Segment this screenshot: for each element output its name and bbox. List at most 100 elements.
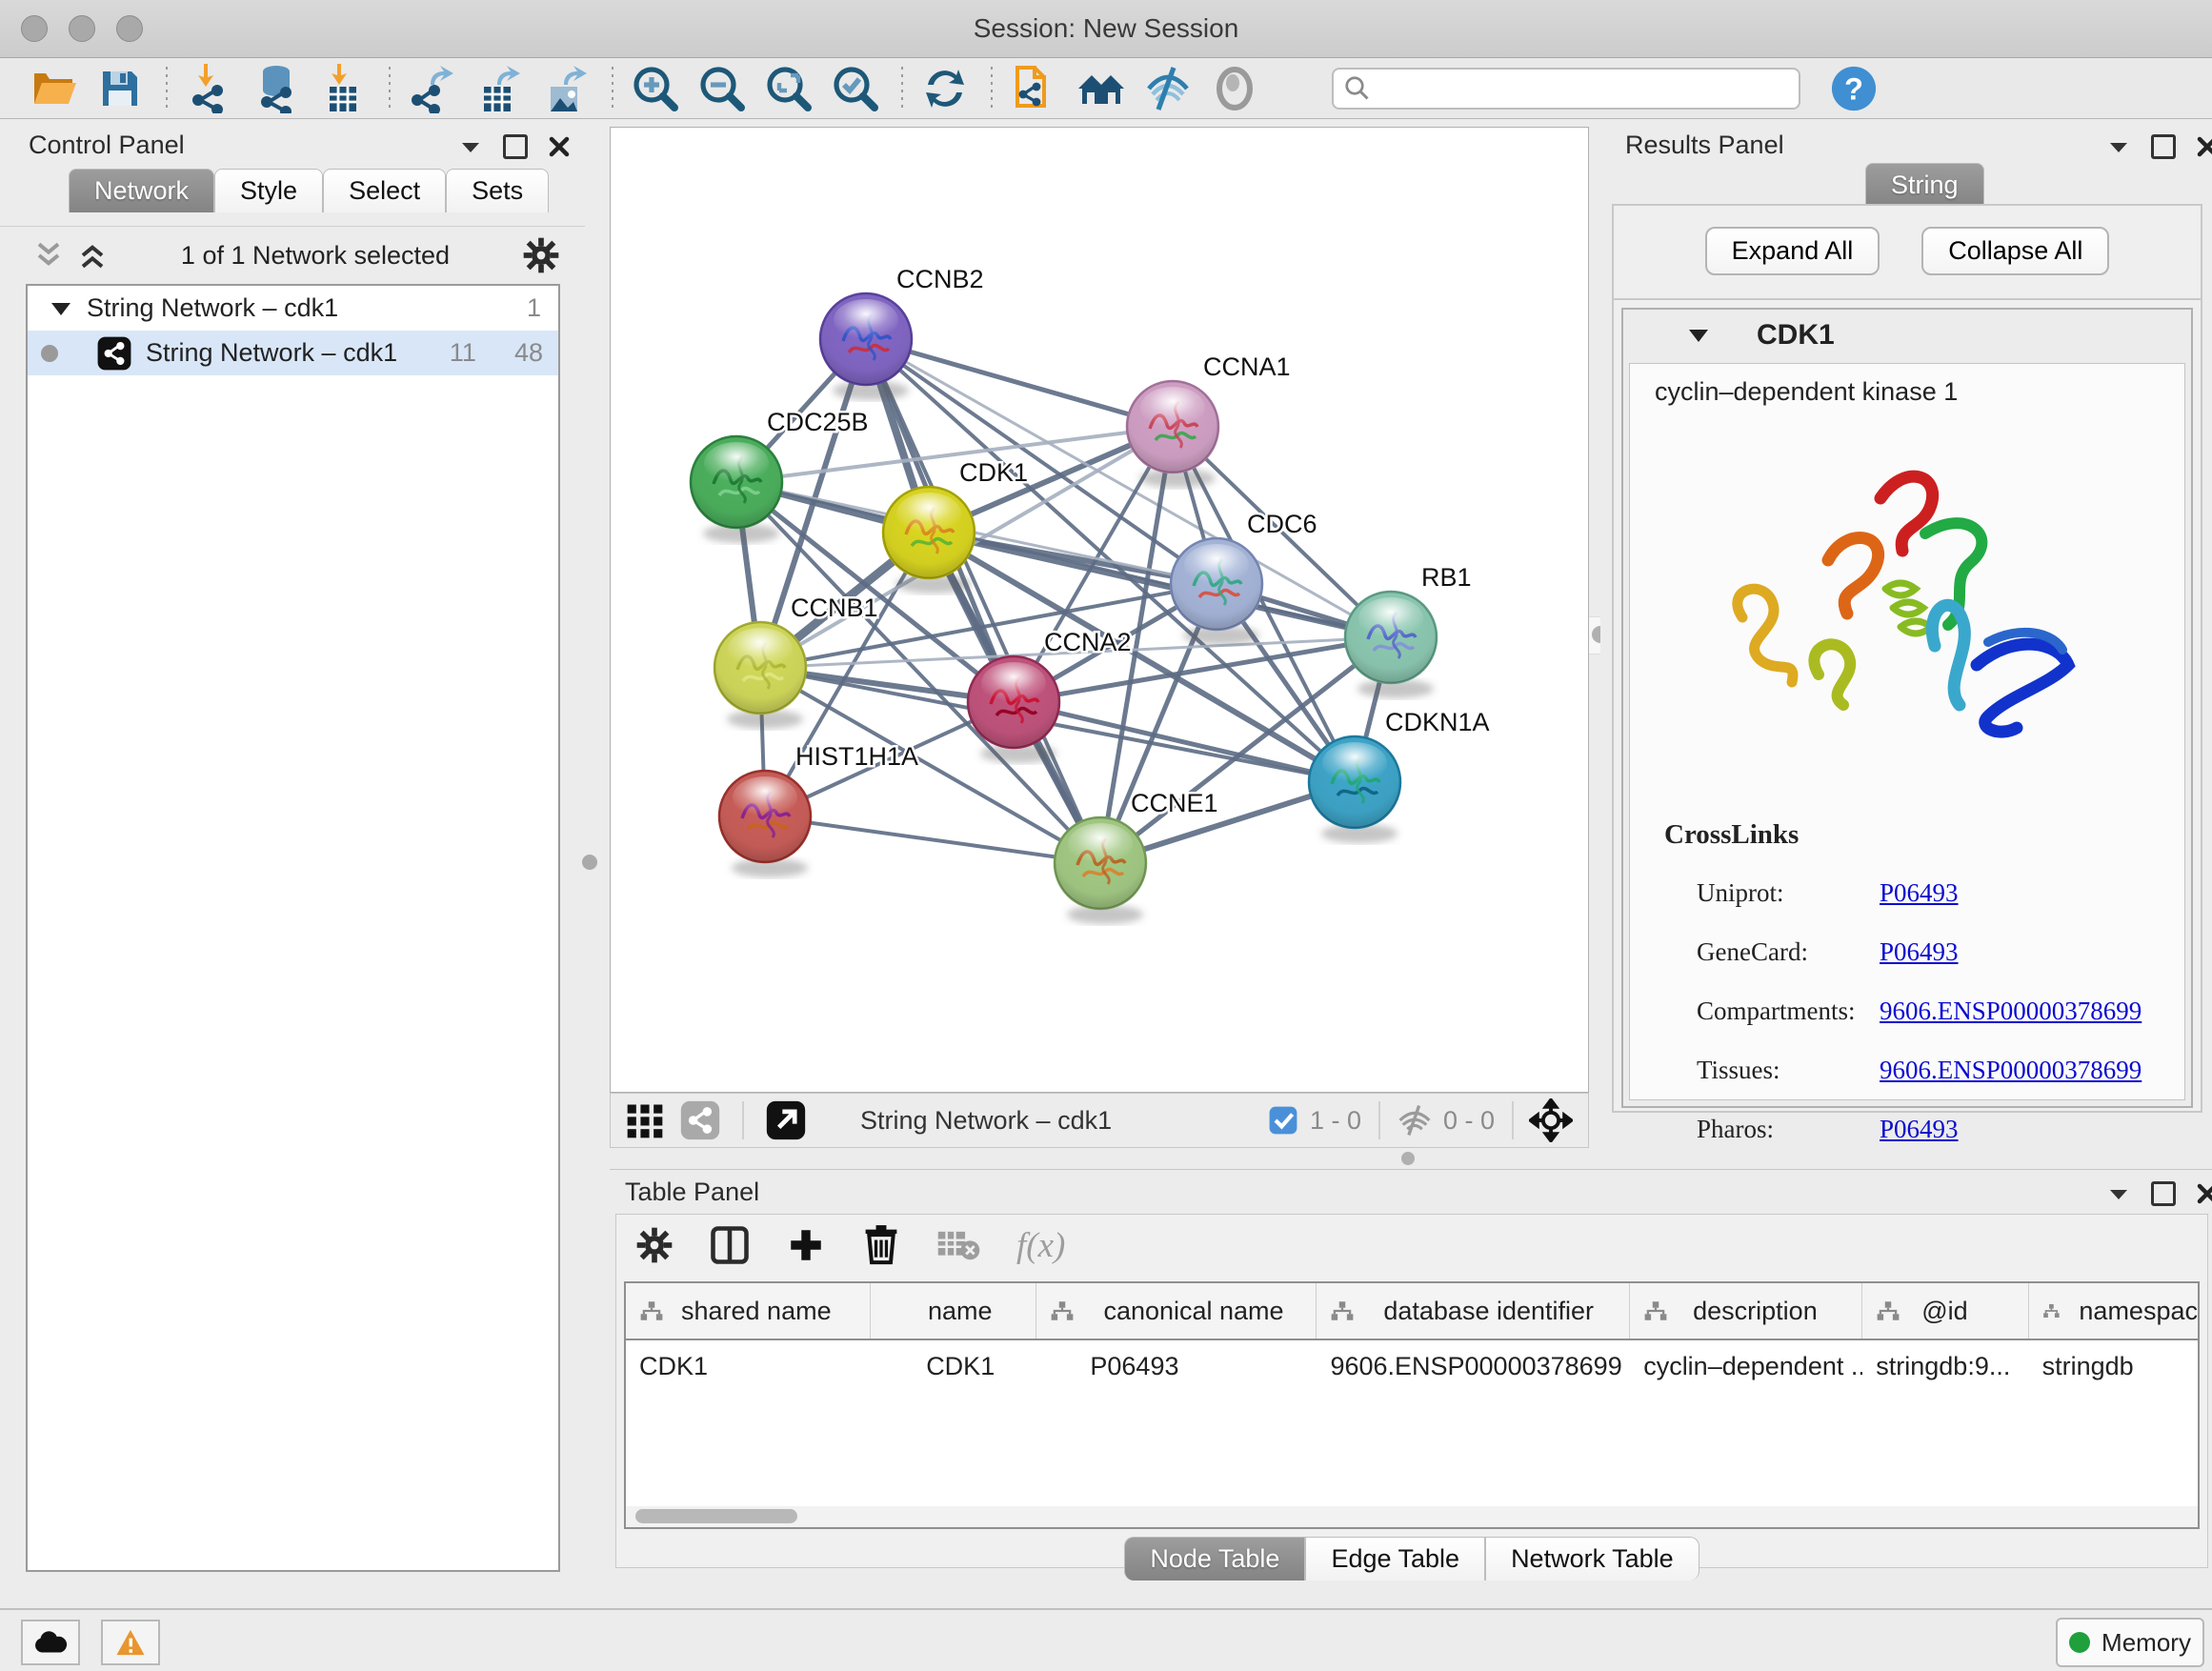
bottom-splitter-handle[interactable] [1401,1152,1415,1165]
zoom-in-icon[interactable] [629,64,682,113]
search-input[interactable] [1372,73,1776,103]
tab-sets[interactable]: Sets [446,169,549,212]
column-header[interactable]: database identifier [1317,1283,1630,1339]
zoom-selected-icon[interactable] [829,64,882,113]
network-graph[interactable]: CCNB2CCNA1CDC25BCDK1CDC6RB1CCNB1CCNA2CDK… [611,128,1588,1092]
export-image-icon[interactable] [539,64,593,113]
network-node[interactable] [968,656,1059,763]
network-node[interactable] [820,293,912,400]
panel-menu-icon[interactable] [2107,1185,2130,1202]
zoom-out-icon[interactable] [695,64,749,113]
tab-edge-table[interactable]: Edge Table [1305,1537,1485,1580]
tab-select[interactable]: Select [323,169,446,212]
left-splitter-handle[interactable] [582,855,597,870]
cloud-button[interactable] [21,1620,80,1665]
close-panel-icon[interactable] [2197,1183,2212,1204]
collapse-all-button[interactable]: Collapse All [1921,227,2109,275]
column-header[interactable]: @id [1862,1283,2028,1339]
open-in-window-icon[interactable] [765,1099,807,1141]
table-panel-controls [2107,1181,2212,1206]
protein-card-header[interactable]: CDK1 [1623,310,2191,361]
network-node[interactable] [1127,381,1218,488]
table-hscrollbar[interactable] [626,1506,2198,1527]
zoom-fit-icon[interactable] [762,64,815,113]
pharos-link[interactable]: P06493 [1880,1115,1959,1143]
refresh-icon[interactable] [918,64,972,113]
collapse-all-icon[interactable] [32,241,65,270]
network-canvas[interactable]: CCNB2CCNA1CDC25BCDK1CDC6RB1CCNB1CCNA2CDK… [610,127,1589,1093]
share-icon[interactable] [679,1099,721,1141]
float-panel-icon[interactable] [503,134,528,159]
float-panel-icon[interactable] [2151,134,2176,159]
split-columns-icon[interactable] [710,1225,750,1265]
export-table-icon[interactable] [473,64,526,113]
tree-expander-icon[interactable] [49,299,73,318]
network-edge[interactable] [1014,702,1355,782]
import-database-icon[interactable] [250,64,303,113]
save-icon[interactable] [93,64,147,113]
network-node[interactable] [1055,817,1146,924]
node-label: RB1 [1421,563,1472,592]
network-collection-row[interactable]: String Network – cdk1 1 [28,286,558,331]
add-column-icon[interactable] [786,1225,826,1265]
network-node[interactable] [1345,592,1437,698]
tab-node-table[interactable]: Node Table [1124,1537,1305,1580]
import-table-icon[interactable] [316,64,370,113]
help-icon[interactable]: ? [1827,64,1880,113]
network-node[interactable] [691,436,782,543]
homes-icon[interactable] [1075,64,1128,113]
column-header[interactable]: name [871,1283,1036,1339]
memory-button[interactable]: Memory [2056,1618,2204,1667]
show-eye-icon[interactable] [1208,64,1261,113]
birdseye-icon[interactable] [1529,1098,1573,1142]
gear-icon[interactable] [522,236,560,274]
network-node[interactable] [1309,736,1400,843]
float-panel-icon[interactable] [2151,1181,2176,1206]
network-edge[interactable] [765,816,1100,863]
column-header[interactable]: namespac [2029,1283,2198,1339]
node-label: CCNA1 [1203,352,1291,381]
export-network-icon[interactable] [406,64,459,113]
column-header[interactable]: canonical name [1036,1283,1317,1339]
expand-all-icon[interactable] [76,241,109,270]
network-row-selected[interactable]: String Network – cdk1 11 48 [28,331,558,375]
close-panel-icon[interactable] [549,136,570,157]
close-panel-icon[interactable] [2197,136,2212,157]
import-network-icon[interactable] [183,64,236,113]
expand-all-button[interactable]: Expand All [1705,227,1880,275]
minimize-window-button[interactable] [69,15,95,42]
scrollbar-thumb[interactable] [635,1509,797,1523]
table-row[interactable]: CDK1 CDK1 P06493 9606.ENSP00000378699 cy… [626,1340,2198,1392]
tissues-link[interactable]: 9606.ENSP00000378699 [1880,1056,2142,1084]
uniprot-link[interactable]: P06493 [1880,878,1959,907]
network-node[interactable] [719,771,811,877]
search-box[interactable] [1332,68,1800,110]
maximize-window-button[interactable] [116,15,143,42]
panel-menu-icon[interactable] [459,138,482,155]
panel-menu-icon[interactable] [2107,138,2130,155]
gear-icon[interactable] [635,1226,674,1264]
hide-eye-icon[interactable] [1141,64,1195,113]
genecard-link[interactable]: P06493 [1880,937,1959,966]
tab-network-table[interactable]: Network Table [1485,1537,1699,1580]
collapse-card-icon[interactable] [1686,326,1711,345]
tab-string[interactable]: String [1865,163,1984,207]
column-header[interactable]: description [1630,1283,1862,1339]
open-folder-icon[interactable] [27,64,80,113]
grid-icon[interactable] [624,1099,666,1141]
window-controls [21,15,164,47]
copy-document-icon[interactable] [1008,64,1061,113]
delete-column-icon[interactable] [862,1224,900,1266]
close-window-button[interactable] [21,15,48,42]
network-node[interactable] [883,487,975,594]
network-edge[interactable] [866,339,1100,863]
network-node[interactable] [714,622,806,729]
column-header[interactable]: shared name [626,1283,871,1339]
tab-style[interactable]: Style [214,169,323,212]
expand-collapse-bar: Expand All Collapse All [1614,206,2201,300]
selected-checkbox[interactable] [1268,1105,1298,1136]
warning-button[interactable] [101,1620,160,1665]
tab-network[interactable]: Network [69,169,214,212]
delete-table-icon[interactable] [936,1226,980,1264]
compartments-link[interactable]: 9606.ENSP00000378699 [1880,997,2142,1025]
